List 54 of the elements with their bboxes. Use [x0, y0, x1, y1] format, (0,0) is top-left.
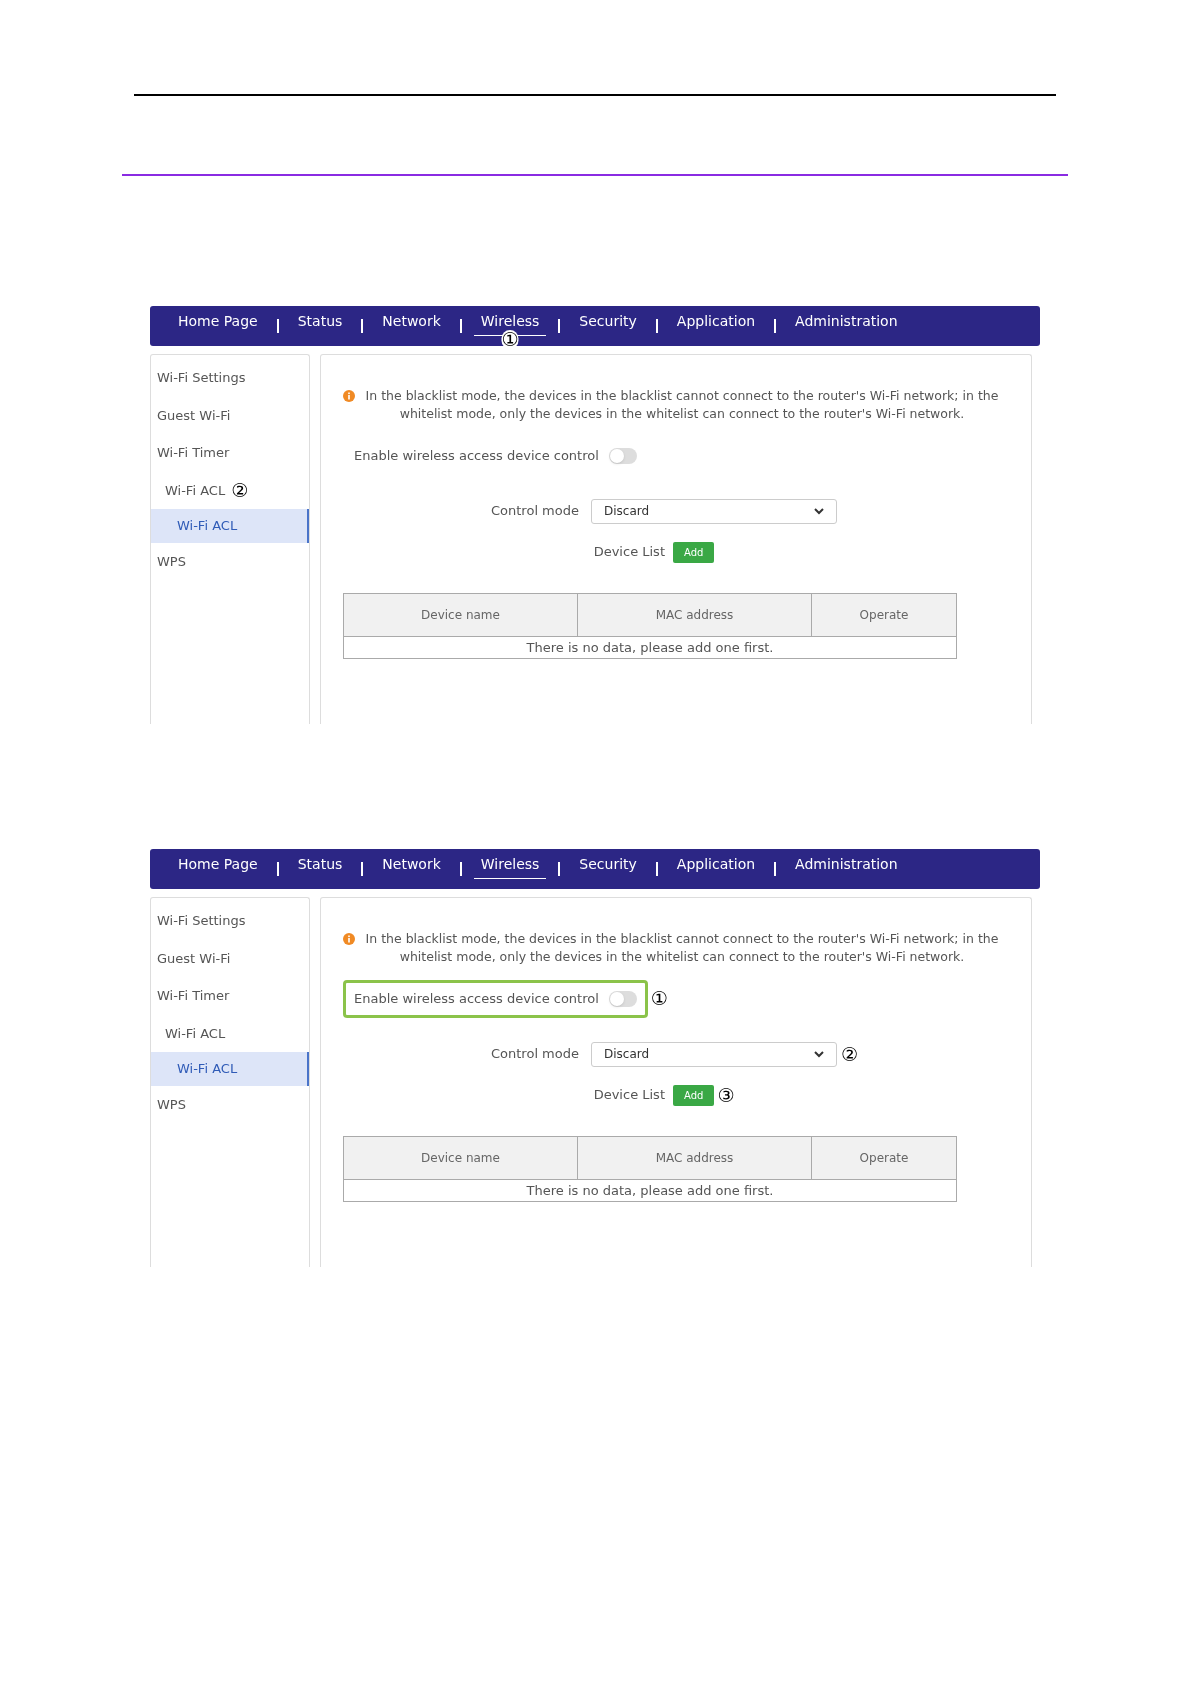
nav-tab[interactable]: Administration — [788, 852, 905, 878]
toggle-label: Enable wireless access device control — [354, 447, 599, 465]
nav-tab[interactable]: Status — [290, 309, 350, 335]
sidebar-item[interactable]: WPS — [151, 1085, 186, 1123]
device-list-label: Device List — [592, 543, 666, 562]
empty-table-message: There is no data, please add one first. — [525, 1181, 775, 1200]
notice-text: In the blacklist mode, the devices in the blacklist cannot connect to the router's Wi-Fi network; in the whitelist mode, only the devices in the whitelist can connect to the router's Wi-Fi network. — [364, 930, 1000, 966]
column-header: Device name — [344, 593, 578, 636]
sidebar-item[interactable]: Wi-Fi ACL — [151, 471, 226, 509]
nav-tab[interactable]: Network — [375, 852, 448, 878]
callout-number: ① — [650, 989, 668, 1009]
chevron-down-icon — [814, 507, 824, 515]
sidebar-item[interactable]: Wi-Fi Timer — [151, 977, 230, 1015]
toggle-switch[interactable] — [608, 990, 637, 1007]
nav-tab[interactable]: Application — [669, 852, 763, 878]
info-icon — [343, 390, 355, 402]
sidebar-item[interactable]: Wi-Fi ACL — [151, 1014, 226, 1052]
column-header: MAC address — [578, 593, 812, 636]
sidebar-item[interactable]: Wi-Fi ACL — [151, 509, 309, 543]
sidebar-item[interactable]: Wi-Fi Timer — [151, 434, 230, 472]
empty-table-message: There is no data, please add one first. — [525, 638, 775, 657]
control-mode-label: Control mode — [490, 502, 580, 521]
callout-number: ② — [841, 1044, 859, 1064]
nav-tab[interactable]: Security — [572, 852, 644, 878]
nav-tab[interactable]: Application — [669, 309, 763, 335]
sidebar-item[interactable]: Wi-Fi ACL — [151, 1052, 309, 1086]
toggle-switch[interactable] — [608, 447, 637, 464]
column-header: Device name — [344, 1136, 578, 1179]
notice-text: In the blacklist mode, the devices in the blacklist cannot connect to the router's Wi-Fi network; in the whitelist mode, only the devices in the whitelist can connect to the router's Wi-Fi network. — [364, 387, 1000, 423]
column-header: MAC address — [578, 1136, 812, 1179]
nav-tab[interactable]: Administration — [788, 309, 905, 335]
device-list-label: Device List — [592, 1086, 666, 1105]
sidebar-item[interactable]: WPS — [151, 542, 186, 580]
column-header: Operate — [858, 606, 910, 624]
info-icon — [343, 933, 355, 945]
nav-tab[interactable]: Home Page — [171, 852, 265, 878]
nav-tab[interactable]: Wireless — [473, 851, 547, 879]
toggle-label: Enable wireless access device control — [354, 990, 599, 1008]
column-header: Operate — [858, 1149, 910, 1167]
control-mode-label: Control mode — [490, 1045, 580, 1064]
sidebar-item[interactable]: Wi-Fi Settings — [151, 902, 246, 940]
nav-tab[interactable]: Status — [290, 852, 350, 878]
nav-tab[interactable]: Home Page — [171, 309, 265, 335]
control-mode-select[interactable]: Discard — [591, 1041, 837, 1067]
sidebar-item[interactable]: Guest Wi-Fi — [151, 939, 231, 977]
callout-number: ② — [231, 480, 249, 500]
control-mode-select[interactable]: Discard — [591, 498, 837, 524]
sidebar-item[interactable]: Guest Wi-Fi — [151, 396, 231, 434]
nav-tab[interactable]: Network — [375, 309, 448, 335]
callout-number: ③ — [717, 1085, 735, 1105]
sidebar-item[interactable]: Wi-Fi Settings — [151, 359, 246, 397]
nav-tab[interactable]: Security — [572, 309, 644, 335]
callout-number: ① — [501, 328, 519, 350]
chevron-down-icon — [814, 1050, 824, 1058]
